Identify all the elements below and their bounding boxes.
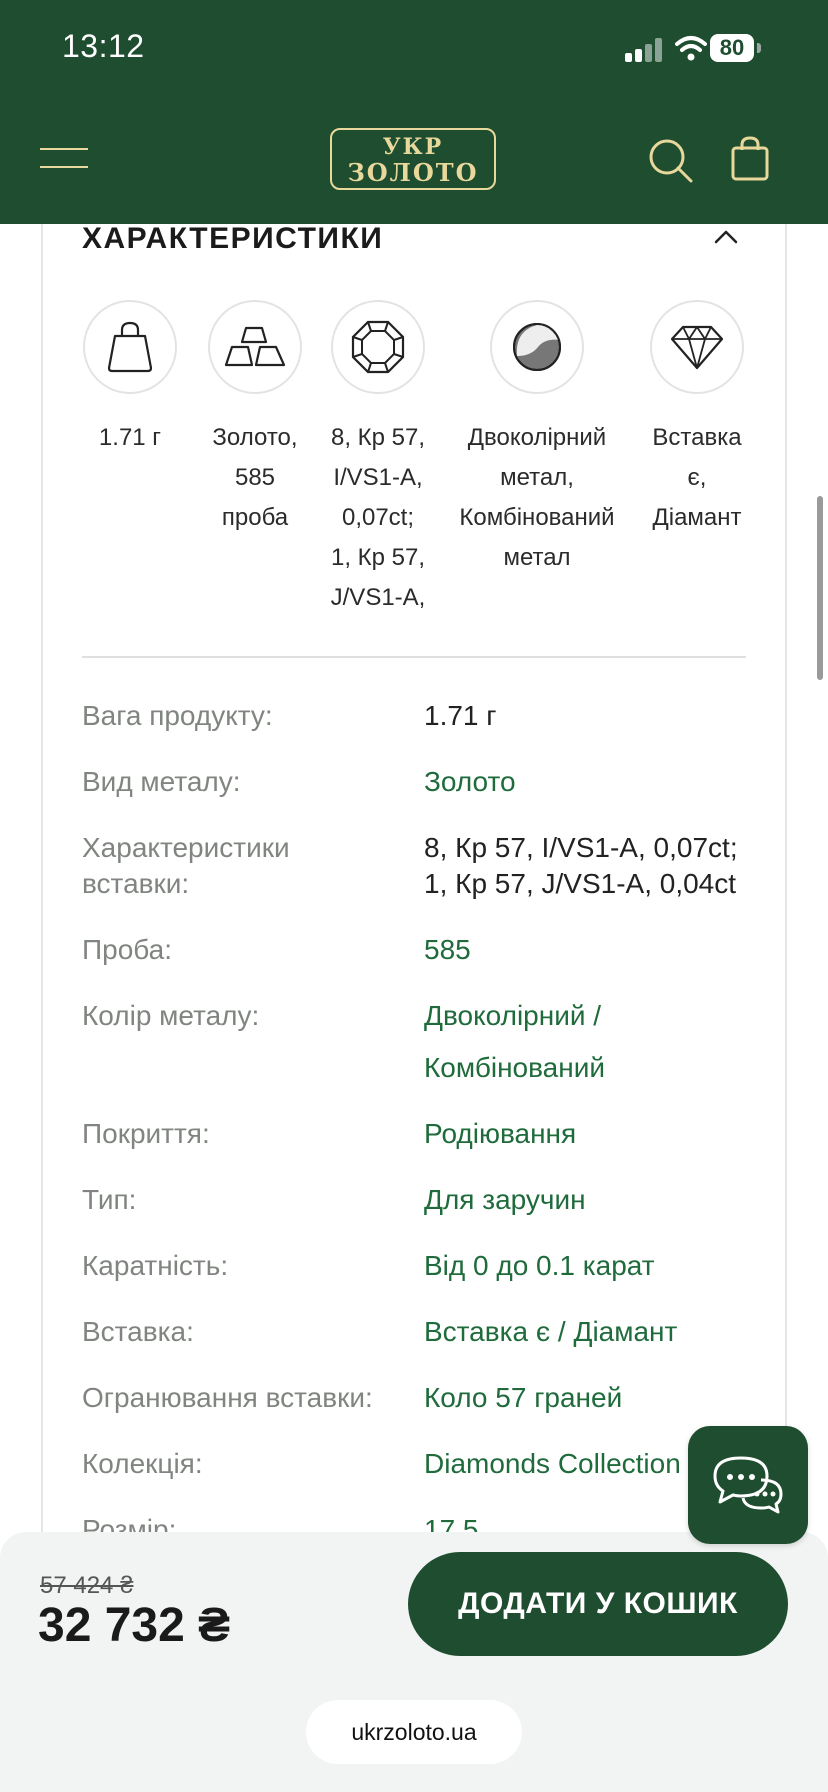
content-clip: ХАРАКТЕРИСТИКИ 1.71 г Золото, 585 проба …	[0, 224, 828, 1532]
spec-value-link[interactable]: 585	[424, 932, 754, 968]
divider	[82, 656, 746, 658]
wifi-icon	[675, 36, 707, 61]
spec-value: 1.71 г	[424, 700, 497, 731]
chat-button[interactable]	[688, 1426, 808, 1544]
feature-circle	[83, 300, 177, 394]
feature-text: 1.71 г	[98, 424, 162, 451]
spec-value-link[interactable]: Золото	[424, 764, 754, 800]
two-tone-metal-icon	[513, 323, 561, 371]
spec-label: Колір металу:	[82, 1000, 260, 1031]
add-to-cart-button[interactable]: ДОДАТИ У КОШИК	[408, 1552, 788, 1656]
feature-metal: Золото, 585 проба	[200, 300, 310, 538]
feature-weight: 1.71 г	[82, 300, 178, 458]
spec-label: Характеристики вставки:	[82, 832, 290, 899]
feature-text: Золото, 585 проба	[212, 424, 298, 531]
current-price: 32 732 ₴	[38, 1599, 231, 1652]
logo-line-1: УКР	[382, 134, 444, 160]
purchase-bar: 57 424 ₴ 32 732 ₴ ДОДАТИ У КОШИК ukrzolo…	[0, 1532, 828, 1792]
spec-label: Проба:	[82, 934, 173, 965]
feature-circle	[208, 300, 302, 394]
spec-value: 8, Кр 57, I/VS1-A, 0,07ct; 1, Кр 57, J/V…	[424, 832, 738, 899]
chat-bubbles-icon	[713, 1456, 783, 1514]
spec-value-link[interactable]: Для заручин	[424, 1182, 754, 1218]
spec-label: Каратність:	[82, 1250, 229, 1281]
spec-value-link[interactable]: Родіювання	[424, 1116, 754, 1152]
feature-insert: 8, Кр 57, I/VS1-A, 0,07ct; 1, Кр 57, J/V…	[318, 300, 438, 618]
battery-tip	[757, 43, 761, 53]
weight-bag-icon	[107, 321, 153, 373]
cart-bag-icon[interactable]	[730, 136, 770, 182]
spec-label: Вага продукту:	[82, 700, 273, 731]
logo-line-2: ЗОЛОТО	[347, 158, 479, 187]
spec-label: Вставка:	[82, 1316, 194, 1347]
scrollbar[interactable]	[817, 496, 823, 680]
feature-text: Вставка є, Діамант	[652, 424, 742, 531]
gem-octagon-icon	[351, 320, 405, 374]
spec-label: Вид металу:	[82, 766, 241, 797]
gold-bars-icon	[224, 326, 286, 367]
spec-label: Колекція:	[82, 1448, 203, 1479]
menu-icon[interactable]	[40, 148, 88, 168]
status-time: 13:12	[62, 28, 145, 64]
spec-value-link[interactable]: Вставка є / Діамант	[424, 1314, 754, 1350]
section-title: ХАРАКТЕРИСТИКИ	[82, 224, 384, 255]
feature-color: Двоколірний метал, Комбінований метал	[446, 300, 628, 578]
old-price: 57 424 ₴	[40, 1572, 134, 1599]
feature-stone: Вставка є, Діамант	[640, 300, 754, 538]
search-icon[interactable]	[648, 138, 694, 184]
spec-label: Покриття:	[82, 1118, 210, 1149]
spec-label: Розмір:	[82, 1514, 177, 1532]
chevron-up-icon[interactable]	[712, 228, 740, 246]
spec-value-link[interactable]: Двоколірний / Комбінований	[424, 990, 754, 1094]
feature-circle	[331, 300, 425, 394]
feature-circle	[650, 300, 744, 394]
spec-value-link[interactable]: Коло 57 граней	[424, 1380, 754, 1416]
diamond-icon	[670, 325, 724, 370]
feature-circle	[490, 300, 584, 394]
spec-label: Огранювання вставки:	[82, 1382, 373, 1413]
feature-text: 8, Кр 57, I/VS1-A, 0,07ct; 1, Кр 57, J/V…	[330, 424, 426, 611]
spec-value-link[interactable]: Від 0 до 0.1 карат	[424, 1248, 754, 1284]
browser-url-bar[interactable]: ukrzoloto.ua	[306, 1700, 522, 1764]
spec-label: Тип:	[82, 1184, 137, 1215]
site-logo[interactable]: УКР ЗОЛОТО	[330, 128, 496, 190]
site-header: 13:12 80 УКР ЗОЛОТО	[0, 0, 828, 224]
signal-icon	[625, 38, 665, 62]
feature-text: Двоколірний метал, Комбінований метал	[459, 424, 615, 571]
battery-level: 80	[710, 34, 754, 62]
